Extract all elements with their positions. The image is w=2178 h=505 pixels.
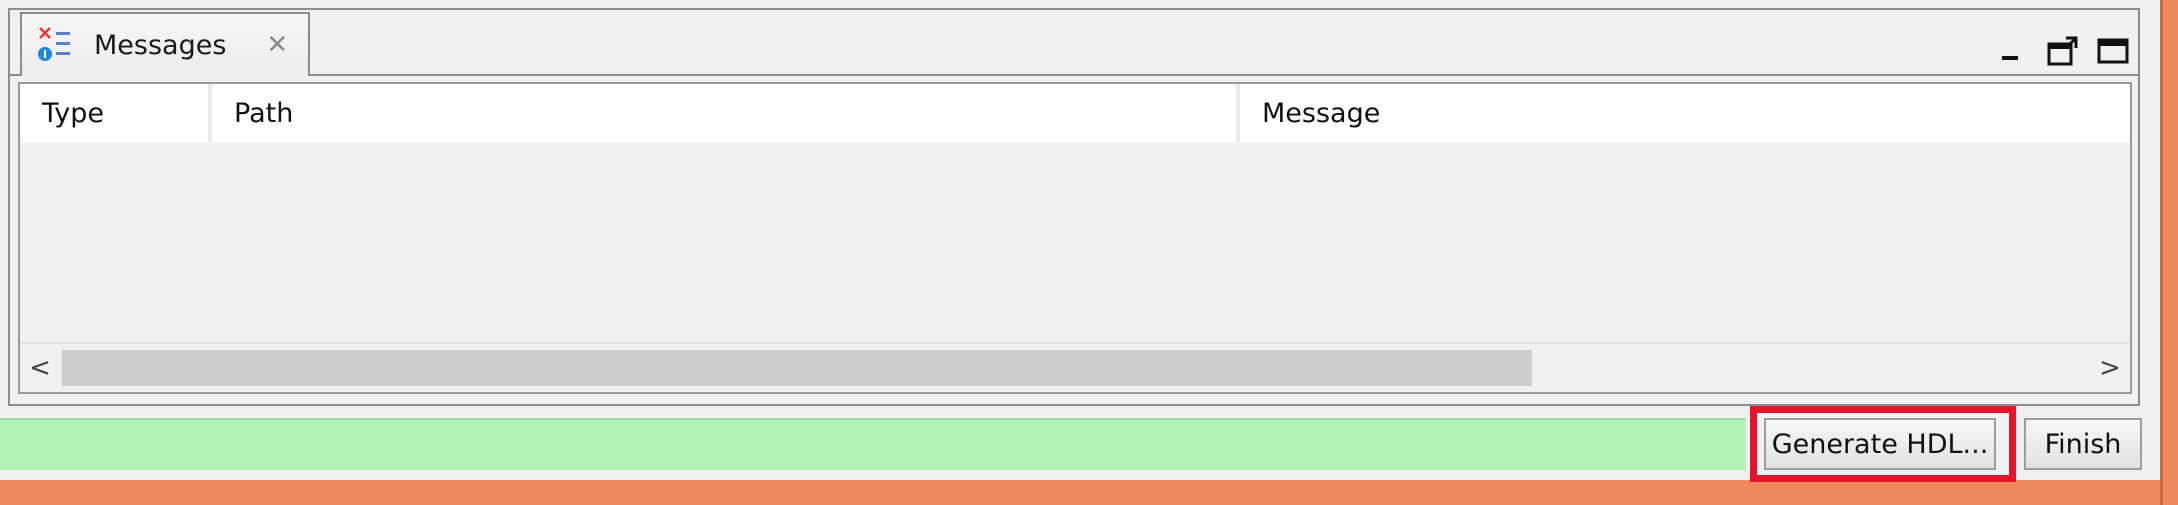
dialog-frame: Messages ✕ Type Path Message < > Generat… bbox=[0, 0, 2160, 482]
column-header-type[interactable]: Type bbox=[20, 84, 212, 142]
minimize-icon[interactable] bbox=[1996, 34, 2030, 68]
column-header-message[interactable]: Message bbox=[1240, 84, 2130, 142]
messages-icon bbox=[36, 24, 78, 66]
table-header: Type Path Message bbox=[20, 84, 2130, 144]
messages-view: Messages ✕ Type Path Message < > bbox=[8, 8, 2140, 406]
finish-button[interactable]: Finish bbox=[2024, 418, 2142, 470]
scroll-right-icon[interactable]: > bbox=[2090, 344, 2130, 392]
maximize-icon[interactable] bbox=[2096, 34, 2130, 68]
tab-label: Messages bbox=[94, 29, 227, 61]
progress-status-bar bbox=[0, 418, 1746, 470]
highlight-box bbox=[1750, 406, 2016, 482]
view-controls bbox=[1996, 34, 2130, 68]
scrollbar-thumb[interactable] bbox=[62, 350, 1532, 386]
close-icon[interactable]: ✕ bbox=[266, 30, 288, 60]
tab-messages[interactable]: Messages ✕ bbox=[20, 12, 310, 76]
view-tabbar: Messages ✕ bbox=[10, 10, 2138, 76]
scroll-left-icon[interactable]: < bbox=[20, 344, 60, 392]
column-header-path[interactable]: Path bbox=[212, 84, 1240, 142]
restore-icon[interactable] bbox=[2046, 34, 2080, 68]
window-border bbox=[2160, 0, 2178, 505]
horizontal-scrollbar[interactable]: < > bbox=[20, 342, 2130, 392]
messages-table: Type Path Message < > bbox=[18, 82, 2132, 394]
